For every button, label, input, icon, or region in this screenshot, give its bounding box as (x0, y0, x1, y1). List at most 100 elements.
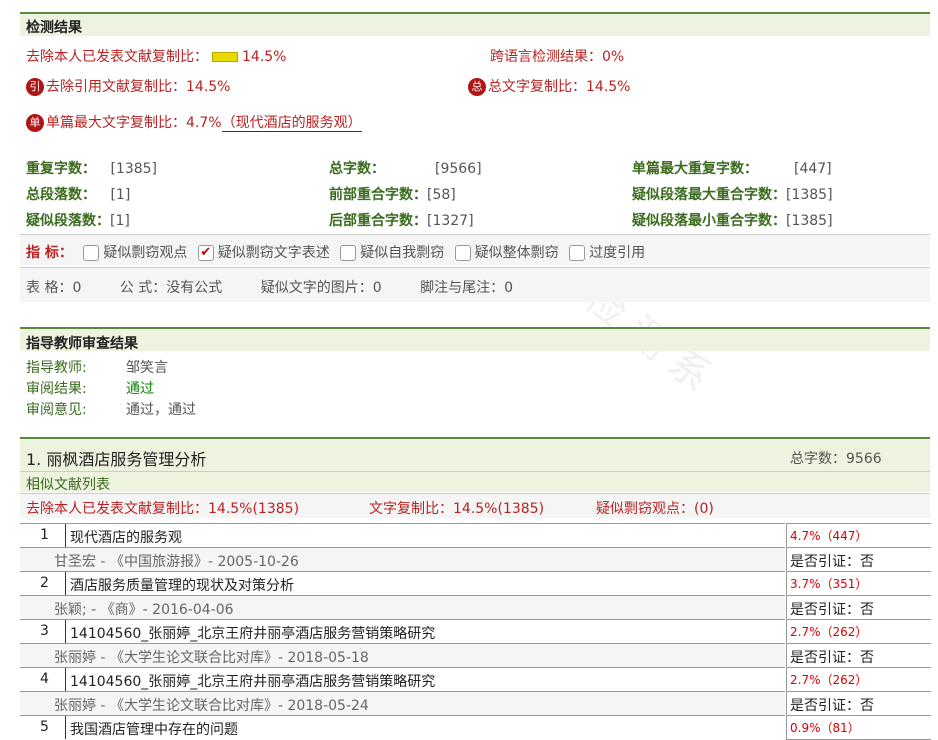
single-value: 4.7% (186, 115, 222, 131)
stat-max-paragraph-overlap: 疑似段落最大重合字数：[1385] (632, 187, 833, 203)
indicator-label: 指 标： (26, 245, 73, 261)
review-opinion-label: 审阅意见: (26, 402, 87, 418)
list-item-4: 4 14104560_张丽婷_北京王府井丽亭酒店服务营销策略研究 2.7%（26… (20, 667, 931, 692)
stat-min-paragraph-overlap: 疑似段落最小重合字数：[1385] (632, 213, 833, 229)
total-icon: 总 (468, 78, 486, 96)
item-number: 1 (40, 527, 49, 543)
section1-header: 1. 丽枫酒店服务管理分析 总字数：9566 (20, 437, 930, 473)
indicator-label-2: 疑似自我剽窃 (360, 245, 445, 261)
total-ratio: 总总文字复制比：14.5% (468, 76, 630, 96)
item-ratio: 3.7%（351） (790, 577, 868, 591)
section1-exclude-stat: 去除本人已发表文献复制比：14.5%(1385) (26, 501, 300, 517)
item-ratio: 2.7%（262） (790, 625, 868, 639)
detect-title: 检测结果 (26, 20, 82, 36)
detect-section: 检测结果 去除本人已发表文献复制比： 14.5% 跨语言检测结果：0% 引去除引用… (20, 12, 930, 302)
teacher-section: 指导教师审查结果 指导教师: 邹笑言 审阅结果: 通过 审阅意见: 通过，通过 (20, 327, 930, 422)
single-source-link[interactable]: （现代酒店的服务观） (221, 115, 362, 132)
cross-language-result: 跨语言检测结果：0% (490, 46, 624, 66)
formula-count: 公 式：没有公式 (119, 280, 223, 296)
footer-bar: 表 格：0 公 式：没有公式 疑似文字的图片：0 脚注与尾注：0 (20, 267, 930, 302)
total-label: 总文字复制比： (488, 79, 586, 95)
list-item-1-source: 甘圣宏 - 《中国旅游报》- 2005-10-26 是否引证：否 (20, 547, 931, 572)
cite-icon: 引 (26, 78, 44, 96)
exclude-value: 14.5% (242, 49, 287, 65)
exclude-ratio: 去除本人已发表文献复制比： 14.5% (26, 46, 286, 66)
single-ratio: 单单篇最大文字复制比：4.7%（现代酒店的服务观） (26, 112, 362, 132)
similar-list-header: 相似文献列表 (20, 471, 930, 493)
teacher-value: 邹笑言 (126, 360, 168, 376)
review-result-value: 通过 (126, 381, 154, 397)
cite-label: 去除引用文献复制比： (46, 79, 186, 95)
section1-title: 1. 丽枫酒店服务管理分析 (26, 450, 207, 469)
item-title-link[interactable]: 现代酒店的服务观 (70, 527, 182, 548)
stat-back-overlap: 后部重合字数：[1327] (329, 213, 474, 229)
item-title-link[interactable]: 酒店服务质量管理的现状及对策分析 (70, 575, 294, 596)
item-title-link[interactable]: 14104560_张丽婷_北京王府井丽亭酒店服务营销策略研究 (70, 623, 435, 643)
stat-single-max-repeat: 单篇最大重复字数： [447] (632, 161, 832, 177)
ratio-bar-icon (212, 52, 238, 62)
item-number: 3 (40, 623, 49, 639)
review-opinion-value: 通过，通过 (126, 402, 196, 418)
image-count: 疑似文字的图片：0 (260, 280, 382, 296)
cite-ratio: 引去除引用文献复制比：14.5% (26, 76, 230, 96)
section1-copy-stat: 文字复制比：14.5%(1385) (369, 501, 545, 517)
item-source: 张丽婷 - 《大学生论文联合比对库》- 2018-05-24 (54, 698, 369, 714)
stat-suspect-paragraphs: 疑似段落数：[1] (26, 213, 130, 229)
item-source: 甘圣宏 - 《中国旅游报》- 2005-10-26 (54, 554, 299, 570)
section1: 1. 丽枫酒店服务管理分析 总字数：9566 相似文献列表 去除本人已发表文献复… (20, 437, 931, 740)
detect-header: 检测结果 (20, 12, 930, 36)
total-value: 14.5% (586, 79, 631, 95)
item-cite: 是否引证：否 (790, 698, 874, 714)
list-item-2: 2 酒店服务质量管理的现状及对策分析 3.7%（351） (20, 571, 931, 596)
indicator-checkbox-2[interactable] (340, 245, 357, 261)
item-cite: 是否引证：否 (790, 554, 874, 570)
list-item-1: 1 现代酒店的服务观 4.7%（447） (20, 523, 931, 548)
stat-repeat-words: 重复字数： [1385] (26, 161, 158, 177)
item-title-link[interactable]: 我国酒店管理中存在的问题 (70, 719, 238, 739)
single-icon: 单 (26, 114, 44, 132)
teacher-header: 指导教师审查结果 (20, 327, 930, 352)
review-result-row: 审阅结果: 通过 (26, 378, 154, 398)
item-number: 4 (40, 671, 49, 687)
indicator-label-4: 过度引用 (589, 245, 646, 261)
review-opinion-row: 审阅意见: 通过，通过 (26, 399, 196, 419)
indicator-checkbox-4[interactable] (569, 245, 586, 261)
single-label: 单篇最大文字复制比： (46, 115, 186, 131)
list-item-5: 5 我国酒店管理中存在的问题 0.9%（81） (20, 715, 931, 740)
item-source: 张颖; - 《商》- 2016-04-06 (54, 602, 234, 618)
cross-lang-value: 0% (602, 49, 625, 65)
stat-total-paragraphs: 总段落数： [1] (26, 187, 131, 203)
indicator-checkbox-1[interactable]: ✔ (197, 245, 214, 261)
indicator-bar: 指 标： 疑似剽窃观点 ✔ 疑似剽窃文字表述 疑似自我剽窃 疑似整体剽窃 过度引用 (20, 234, 930, 265)
footer-stats: 表 格：0 公 式：没有公式 疑似文字的图片：0 脚注与尾注：0 (26, 277, 513, 297)
list-item-3-source: 张丽婷 - 《大学生论文联合比对库》- 2018-05-18 是否引证：否 (20, 643, 931, 668)
item-number: 5 (40, 719, 49, 735)
indicator-row: 指 标： 疑似剽窃观点 ✔ 疑似剽窃文字表述 疑似自我剽窃 疑似整体剽窃 过度引用 (26, 242, 645, 262)
item-cite: 是否引证：否 (790, 650, 874, 666)
teacher-label: 指导教师: (26, 360, 87, 376)
stat-front-overlap: 前部重合字数：[58] (329, 187, 456, 203)
similar-list-title: 相似文献列表 (26, 477, 110, 493)
teacher-row: 指导教师: 邹笑言 (26, 357, 168, 377)
review-result-label: 审阅结果: (26, 381, 87, 397)
cite-value: 14.5% (186, 79, 231, 95)
table-count: 表 格：0 (26, 280, 82, 296)
section1-plagiarism-stat: 疑似剽窃观点：(0) (596, 501, 714, 517)
item-ratio: 4.7%（447） (790, 529, 868, 543)
list-item-4-source: 张丽婷 - 《大学生论文联合比对库》- 2018-05-24 是否引证：否 (20, 691, 931, 716)
list-item-3: 3 14104560_张丽婷_北京王府井丽亭酒店服务营销策略研究 2.7%（26… (20, 619, 931, 644)
indicator-checkbox-3[interactable] (454, 245, 471, 261)
section1-total-words: 总字数：9566 (790, 451, 882, 467)
teacher-title: 指导教师审查结果 (26, 336, 138, 352)
item-ratio: 2.7%（262） (790, 673, 868, 687)
section1-stats-bar: 去除本人已发表文献复制比：14.5%(1385) 文字复制比：14.5%(138… (20, 493, 930, 518)
footnote-count: 脚注与尾注：0 (420, 280, 514, 296)
cross-lang-label: 跨语言检测结果： (490, 49, 602, 65)
list-item-2-source: 张颖; - 《商》- 2016-04-06 是否引证：否 (20, 595, 931, 620)
indicator-label-1: 疑似剽窃文字表述 (217, 245, 330, 261)
indicator-checkbox-0[interactable] (83, 245, 100, 261)
exclude-label: 去除本人已发表文献复制比： (26, 49, 208, 65)
item-source: 张丽婷 - 《大学生论文联合比对库》- 2018-05-18 (54, 650, 369, 666)
item-title-link[interactable]: 14104560_张丽婷_北京王府井丽亭酒店服务营销策略研究 (70, 671, 435, 691)
item-number: 2 (40, 575, 49, 591)
